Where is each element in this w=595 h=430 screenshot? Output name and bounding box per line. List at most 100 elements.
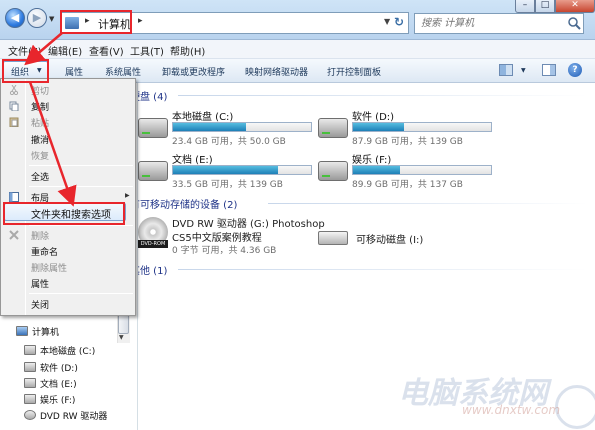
history-dropdown-icon[interactable]: ▼ [49,15,54,23]
hard-drive-icon [138,118,168,138]
drive-usage-fill [353,166,400,174]
dvd-name: DVD RW 驱动器 (G:) Photoshop [172,219,325,230]
menu-delete: 删除 [31,232,50,242]
nav-computer[interactable]: 计算机 [16,325,60,338]
menu-separator [29,165,133,166]
drive-usage-bar [172,122,312,132]
nav-drive-e[interactable]: 文档 (E:) [24,377,77,390]
dvd-size: 0 字节 可用，共 4.36 GB [172,246,277,256]
hard-drive-icon [138,161,168,181]
nav-drive-f[interactable]: 娱乐 (F:) [24,393,76,406]
menu-rename[interactable]: 重命名 [31,245,58,258]
menu-paste: 粘贴 [31,119,50,129]
drive-e[interactable]: 文档 (E:) 33.5 GB 可用，共 139 GB [138,151,313,191]
dvd-rom-badge: DVD-ROM [138,240,168,248]
forward-button[interactable]: ▶ [27,8,47,28]
highlight-address [60,10,132,34]
paste-icon [9,117,19,127]
drive-usage-fill [173,166,278,174]
dvd-drive[interactable]: DVD-ROM DVD RW 驱动器 (G:) Photoshop CS5中文版… [138,215,338,260]
nav-computer-label: 计算机 [32,328,60,338]
dvd-name-continued: CS5中文版案例教程 [172,233,262,244]
dvd-disc-icon [24,410,36,420]
highlight-organize [2,59,49,83]
drive-name: 娱乐 (F:) [352,155,392,166]
menu-close[interactable]: 关闭 [31,298,49,311]
removable-disk[interactable]: 可移动磁盘 (I:) [318,226,478,250]
submenu-arrow-icon: ▶ [125,192,130,199]
nav-dvd-drive[interactable]: DVD RW 驱动器 [24,409,107,422]
properties-button[interactable]: 属性 [65,65,83,78]
hard-drive-icon [24,345,36,355]
scissors-icon [9,85,19,95]
menu-remove-properties: 删除属性 [31,264,68,274]
copy-icon [9,101,19,111]
menu-tools[interactable]: 工具(T) [130,43,164,58]
nav-drive-c[interactable]: 本地磁盘 (C:) [24,344,96,357]
nav-drive-d[interactable]: 软件 (D:) [24,361,78,374]
menu-separator [29,225,133,226]
removable-drive-icon [318,231,348,245]
close-button[interactable]: ✕ [555,0,595,13]
menu-edit[interactable]: 编辑(E) [48,43,82,58]
scroll-down-icon[interactable]: ▼ [119,334,124,341]
layout-icon [9,192,19,202]
nav-item-label: 软件 (D:) [40,364,78,374]
hard-drive-icon [24,378,36,388]
uninstall-program-button[interactable]: 卸载或更改程序 [162,65,225,78]
drive-d[interactable]: 软件 (D:) 87.9 GB 可用，共 139 GB [318,108,493,148]
removable-disk-name: 可移动磁盘 (I:) [356,235,424,246]
menu-view[interactable]: 查看(V) [89,43,124,58]
drive-usage-fill [353,123,405,131]
chevron-down-icon[interactable]: ▼ [521,67,526,74]
section-divider [178,269,588,270]
drive-f[interactable]: 娱乐 (F:) 89.9 GB 可用，共 137 GB [318,151,493,191]
preview-pane-icon[interactable] [542,64,556,76]
highlight-folder-options [3,202,125,225]
help-icon[interactable]: ? [568,63,582,77]
nav-item-label: 娱乐 (F:) [40,396,76,406]
menu-separator [29,293,133,294]
address-dropdown-icon[interactable]: ▼ [384,17,390,26]
search-icon[interactable] [567,16,581,30]
map-network-drive-button[interactable]: 映射网络驱动器 [245,65,308,78]
maximize-button[interactable]: □ [535,0,555,13]
menu-help[interactable]: 帮助(H) [170,43,205,58]
menu-select-all[interactable]: 全选 [31,170,49,183]
nav-item-label: 本地磁盘 (C:) [40,347,96,357]
menu-bar: 文件(F) 编辑(E) 查看(V) 工具(T) 帮助(H) [0,40,595,59]
drive-name: 文档 (E:) [172,155,213,166]
menu-copy[interactable]: 复制 [31,100,49,113]
removable-devices-header[interactable]: 有可移动存储的设备 (2) [130,196,237,211]
drive-usage-fill [173,123,247,131]
drive-usage-bar [172,165,312,175]
menu-file[interactable]: 文件(F) [8,43,42,58]
change-view-icon[interactable] [499,64,513,76]
open-control-panel-button[interactable]: 打开控制面板 [327,65,381,78]
minimize-button[interactable]: – [515,0,535,13]
drive-size: 87.9 GB 可用，共 139 GB [352,137,463,147]
menu-separator [29,186,133,187]
hard-drive-icon [24,362,36,372]
watermark-url: www.dnxtw.com [462,403,561,417]
search-input[interactable] [415,14,565,33]
menu-properties[interactable]: 属性 [31,277,49,290]
refresh-icon[interactable]: ↻ [394,15,404,29]
system-properties-button[interactable]: 系统属性 [105,65,141,78]
delete-icon [9,230,19,240]
drive-name: 本地磁盘 (C:) [172,112,234,123]
computer-icon [16,326,28,336]
breadcrumb-arrow-icon[interactable]: ▸ [138,16,143,26]
menu-redo: 恢复 [31,152,50,162]
watermark-logo [555,385,595,429]
back-button[interactable]: ◀ [5,8,25,28]
drive-usage-bar [352,165,492,175]
hard-drive-icon [318,161,348,181]
menu-undo[interactable]: 撤消 [31,133,49,146]
drive-size: 33.5 GB 可用，共 139 GB [172,180,283,190]
drive-c[interactable]: 本地磁盘 (C:) 23.4 GB 可用，共 50.0 GB [138,108,313,148]
hard-drive-icon [318,118,348,138]
organize-menu: 剪切 复制 粘贴 撤消 恢复 全选 布局 ▶ 文件夹和搜索选项 删除 重命名 删… [0,78,136,316]
search-box[interactable] [414,13,584,34]
section-divider [178,95,588,96]
